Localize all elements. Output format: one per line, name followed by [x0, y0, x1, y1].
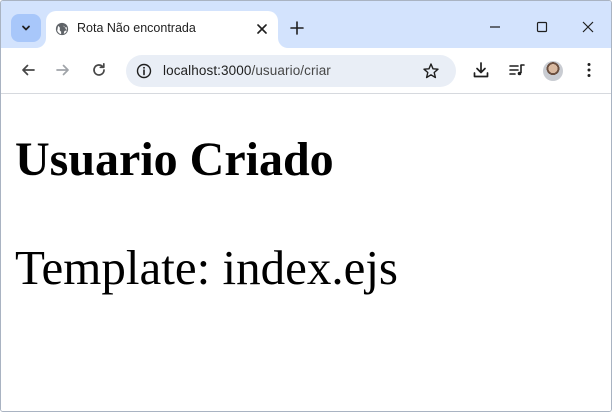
browser-toolbar: localhost:3000/usuario/criar	[1, 48, 611, 94]
tab-title: Rota Não encontrada	[77, 21, 196, 35]
media-controls-button[interactable]	[508, 61, 526, 79]
minimize-icon[interactable]	[489, 21, 501, 33]
back-button[interactable]	[19, 61, 37, 79]
url-host: localhost:3000	[163, 63, 252, 78]
url-path: /usuario/criar	[251, 63, 331, 78]
close-icon[interactable]	[582, 21, 594, 33]
menu-button[interactable]	[580, 61, 598, 79]
active-tab[interactable]: Rota Não encontrada	[46, 11, 278, 48]
browser-window: Rota Não encontrada localhost:3000/usuar…	[0, 0, 612, 412]
globe-icon	[55, 22, 69, 36]
tab-strip: Rota Não encontrada	[1, 1, 611, 48]
url-text[interactable]: localhost:3000/usuario/criar	[163, 63, 331, 78]
template-text: Template: index.ejs	[15, 240, 399, 295]
close-icon	[257, 24, 267, 34]
download-icon	[473, 62, 489, 78]
maximize-icon[interactable]	[536, 21, 548, 33]
page-content: Usuario Criado Template: index.ejs	[1, 95, 611, 411]
reload-icon	[93, 62, 105, 76]
arrow-right-icon	[56, 64, 69, 76]
avatar[interactable]	[543, 61, 563, 81]
downloads-button[interactable]	[472, 61, 490, 79]
star-icon[interactable]	[422, 62, 440, 80]
reload-button[interactable]	[90, 61, 108, 79]
media-queue-icon	[509, 64, 525, 76]
page-heading: Usuario Criado	[15, 133, 334, 186]
plus-icon[interactable]	[289, 20, 305, 36]
forward-button[interactable]	[54, 61, 72, 79]
tab-close-button[interactable]	[255, 22, 269, 36]
address-bar[interactable]: localhost:3000/usuario/criar	[126, 55, 456, 87]
chevron-down-icon	[22, 25, 30, 31]
arrow-left-icon	[22, 64, 35, 76]
info-icon[interactable]	[136, 63, 152, 79]
kebab-menu-icon	[587, 63, 591, 77]
